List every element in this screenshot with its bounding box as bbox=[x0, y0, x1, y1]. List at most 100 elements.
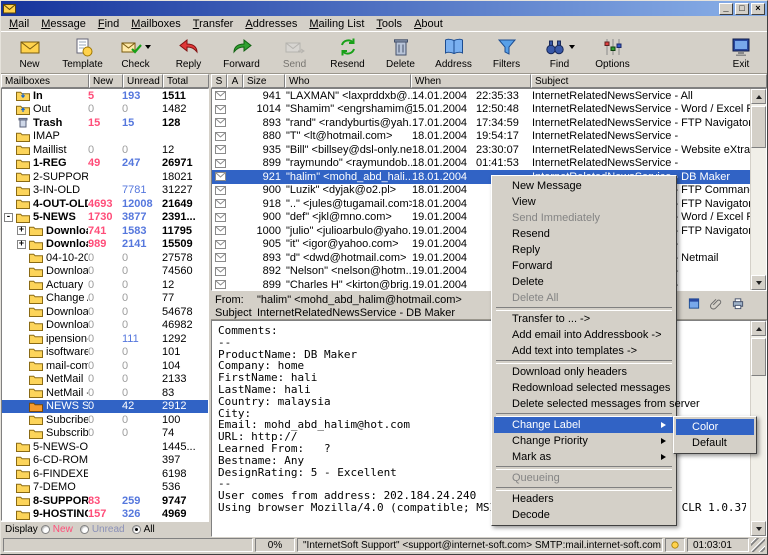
scrollbar-thumb[interactable] bbox=[751, 106, 766, 148]
mailbox-item-imap[interactable]: IMAP bbox=[2, 130, 208, 144]
minimize-button[interactable]: _ bbox=[719, 3, 733, 15]
menubar-item-tools[interactable]: Tools bbox=[370, 17, 408, 31]
mailbox-item-download[interactable]: +Download ...989214115509 bbox=[2, 238, 208, 252]
plus-expander-icon[interactable]: + bbox=[17, 226, 26, 235]
mailbox-item-1-reg[interactable]: 1-REG4924726971 bbox=[2, 157, 208, 171]
mailbox-item-netmail-m[interactable]: NetMail - m...0083 bbox=[2, 386, 208, 400]
resend-button[interactable]: Resend bbox=[321, 33, 374, 72]
message-list-scrollbar[interactable] bbox=[750, 89, 766, 290]
close-button[interactable]: × bbox=[751, 3, 765, 15]
mailbox-item-5-news-old[interactable]: 5-NEWS-OLD1445... bbox=[2, 440, 208, 454]
mailbox-item-change-ad[interactable]: Change Ad...0077 bbox=[2, 292, 208, 306]
menubar-item-transfer[interactable]: Transfer bbox=[187, 17, 240, 31]
mailbox-item-netmail[interactable]: NetMail002133 bbox=[2, 373, 208, 387]
menubar-item-message[interactable]: Message bbox=[35, 17, 92, 31]
mailbox-item-actuary[interactable]: Actuary0012 bbox=[2, 278, 208, 292]
mailbox-item-subscribe[interactable]: Subscribe0074 bbox=[2, 427, 208, 441]
exit-button[interactable]: Exit bbox=[717, 33, 765, 72]
plus-expander-icon[interactable]: + bbox=[17, 240, 26, 249]
mailbox-header-unread[interactable]: Unread bbox=[123, 74, 163, 88]
message-source-icon[interactable] bbox=[685, 295, 703, 311]
menubar-item-about[interactable]: About bbox=[408, 17, 449, 31]
menubar-item-mailboxes[interactable]: Mailboxes bbox=[125, 17, 187, 31]
message-row[interactable]: 941"LAXMAN" <laxprddxb@...14.01.200422:3… bbox=[212, 89, 750, 103]
mailbox-item-news-se[interactable]: NEWS SE...0422912 bbox=[2, 400, 208, 414]
mailbox-item-4-out-old[interactable]: 4-OUT-OLD46931200821649 bbox=[2, 197, 208, 211]
message-row[interactable]: 935"Bill" <billsey@dsl-only.ne...18.01.2… bbox=[212, 143, 750, 157]
display-radio-unread[interactable] bbox=[80, 525, 89, 534]
resize-grip[interactable] bbox=[751, 538, 765, 552]
mailbox-item-maillist[interactable]: Maillist0012 bbox=[2, 143, 208, 157]
scroll-up-icon[interactable] bbox=[751, 89, 766, 104]
message-header-size[interactable]: Size bbox=[243, 74, 285, 88]
options-button[interactable]: Options bbox=[586, 33, 639, 72]
context-menu-item-delete[interactable]: Delete bbox=[494, 274, 674, 290]
maximize-button[interactable]: □ bbox=[735, 3, 749, 15]
scrollbar-thumb[interactable] bbox=[751, 338, 766, 376]
mailbox-item-mail-comm[interactable]: mail-comm...00104 bbox=[2, 359, 208, 373]
template-button[interactable]: Template bbox=[56, 33, 109, 72]
dropdown-arrow-icon[interactable] bbox=[145, 45, 151, 52]
context-menu-item-view[interactable]: View bbox=[494, 194, 674, 210]
context-menu-item-decode[interactable]: Decode bbox=[494, 507, 674, 523]
mailbox-item-subcribe-n[interactable]: Subcribe-N...00100 bbox=[2, 413, 208, 427]
message-header-who[interactable]: Who bbox=[285, 74, 411, 88]
message-header-s[interactable]: S bbox=[211, 74, 227, 88]
mailbox-item-trash[interactable]: Trash1515128 bbox=[2, 116, 208, 130]
mailbox-item-isoftware[interactable]: isoftware00101 bbox=[2, 346, 208, 360]
mailbox-header-mailboxes[interactable]: Mailboxes bbox=[1, 74, 89, 88]
delete-button[interactable]: Delete bbox=[374, 33, 427, 72]
minus-expander-icon[interactable]: - bbox=[4, 213, 13, 222]
mailbox-item-04-10-2002[interactable]: 04-10-2002...0027578 bbox=[2, 251, 208, 265]
mailbox-item-in[interactable]: In51931511 bbox=[2, 89, 208, 103]
message-header-a[interactable]: A bbox=[227, 74, 243, 88]
menubar-item-find[interactable]: Find bbox=[92, 17, 125, 31]
submenu-item-color[interactable]: Color bbox=[676, 419, 754, 435]
submenu-item-default[interactable]: Default bbox=[676, 435, 754, 451]
context-menu-item-add-text-into-templates[interactable]: Add text into templates -> bbox=[494, 343, 674, 359]
message-row[interactable]: 893"rand" <randyburtis@yah...17.01.20041… bbox=[212, 116, 750, 130]
context-menu-item-resend[interactable]: Resend bbox=[494, 226, 674, 242]
mailbox-item-8-support[interactable]: 8-SUPPORT832599747 bbox=[2, 494, 208, 508]
print-icon[interactable] bbox=[729, 295, 747, 311]
find-button[interactable]: Find bbox=[533, 33, 586, 72]
menubar-item-addresses[interactable]: Addresses bbox=[239, 17, 303, 31]
mailbox-item-5-news[interactable]: -5-NEWS173038772391... bbox=[2, 211, 208, 225]
mailbox-item-download[interactable]: Download ...0074560 bbox=[2, 265, 208, 279]
new-button[interactable]: New bbox=[3, 33, 56, 72]
scroll-down-icon[interactable] bbox=[751, 275, 766, 290]
scroll-down-icon[interactable] bbox=[751, 521, 766, 536]
mailbox-item-out[interactable]: Out001482 bbox=[2, 103, 208, 117]
display-radio-new[interactable] bbox=[41, 525, 50, 534]
context-menu-item-download-only-headers[interactable]: Download only headers bbox=[494, 364, 674, 380]
context-menu-item-change-label[interactable]: Change Label bbox=[494, 417, 674, 433]
mailbox-item-6-cd-rom-ca[interactable]: 6-CD-ROM-CA...397 bbox=[2, 454, 208, 468]
mailbox-item-9-hosting[interactable]: 9-HOSTING1573264969 bbox=[2, 508, 208, 522]
reply-button[interactable]: Reply bbox=[162, 33, 215, 72]
mailbox-header-new[interactable]: New bbox=[89, 74, 123, 88]
context-menu-item-change-priority[interactable]: Change Priority bbox=[494, 433, 674, 449]
context-menu-item-new-message[interactable]: New Message bbox=[494, 178, 674, 194]
mailbox-item-download[interactable]: Download ...0054678 bbox=[2, 305, 208, 319]
check-button[interactable]: Check bbox=[109, 33, 162, 72]
context-menu-item-add-email-into-addressbook[interactable]: Add email into Addressbook -> bbox=[494, 327, 674, 343]
titlebar[interactable]: _ □ × bbox=[1, 1, 767, 16]
context-menu-item-reply[interactable]: Reply bbox=[494, 242, 674, 258]
mailbox-item-7-demo[interactable]: 7-DEMO536 bbox=[2, 481, 208, 495]
mailbox-item-3-in-old[interactable]: 3-IN-OLD778131227 bbox=[2, 184, 208, 198]
menubar-item-mailing-list[interactable]: Mailing List bbox=[303, 17, 370, 31]
mailbox-header-total[interactable]: Total bbox=[163, 74, 209, 88]
attachment-icon[interactable] bbox=[707, 295, 725, 311]
message-row[interactable]: 899"raymundo" <raymundob...18.01.200401:… bbox=[212, 157, 750, 171]
address-button[interactable]: Address bbox=[427, 33, 480, 72]
message-header-when[interactable]: When bbox=[411, 74, 531, 88]
context-menu-item-mark-as[interactable]: Mark as bbox=[494, 449, 674, 465]
message-header-subject[interactable]: Subject bbox=[531, 74, 767, 88]
message-row[interactable]: 880"T" <lt@hotmail.com>18.01.200419:54:1… bbox=[212, 130, 750, 144]
mailbox-item-2-support[interactable]: 2-SUPPORT18021 bbox=[2, 170, 208, 184]
context-menu-item-headers[interactable]: Headers bbox=[494, 491, 674, 507]
mailbox-item-6-findexe[interactable]: 6-FINDEXE6198 bbox=[2, 467, 208, 481]
scroll-up-icon[interactable] bbox=[751, 321, 766, 336]
mailbox-item-download[interactable]: Download ...0046982 bbox=[2, 319, 208, 333]
mailbox-item-ipension-do[interactable]: ipension-do...01111292 bbox=[2, 332, 208, 346]
